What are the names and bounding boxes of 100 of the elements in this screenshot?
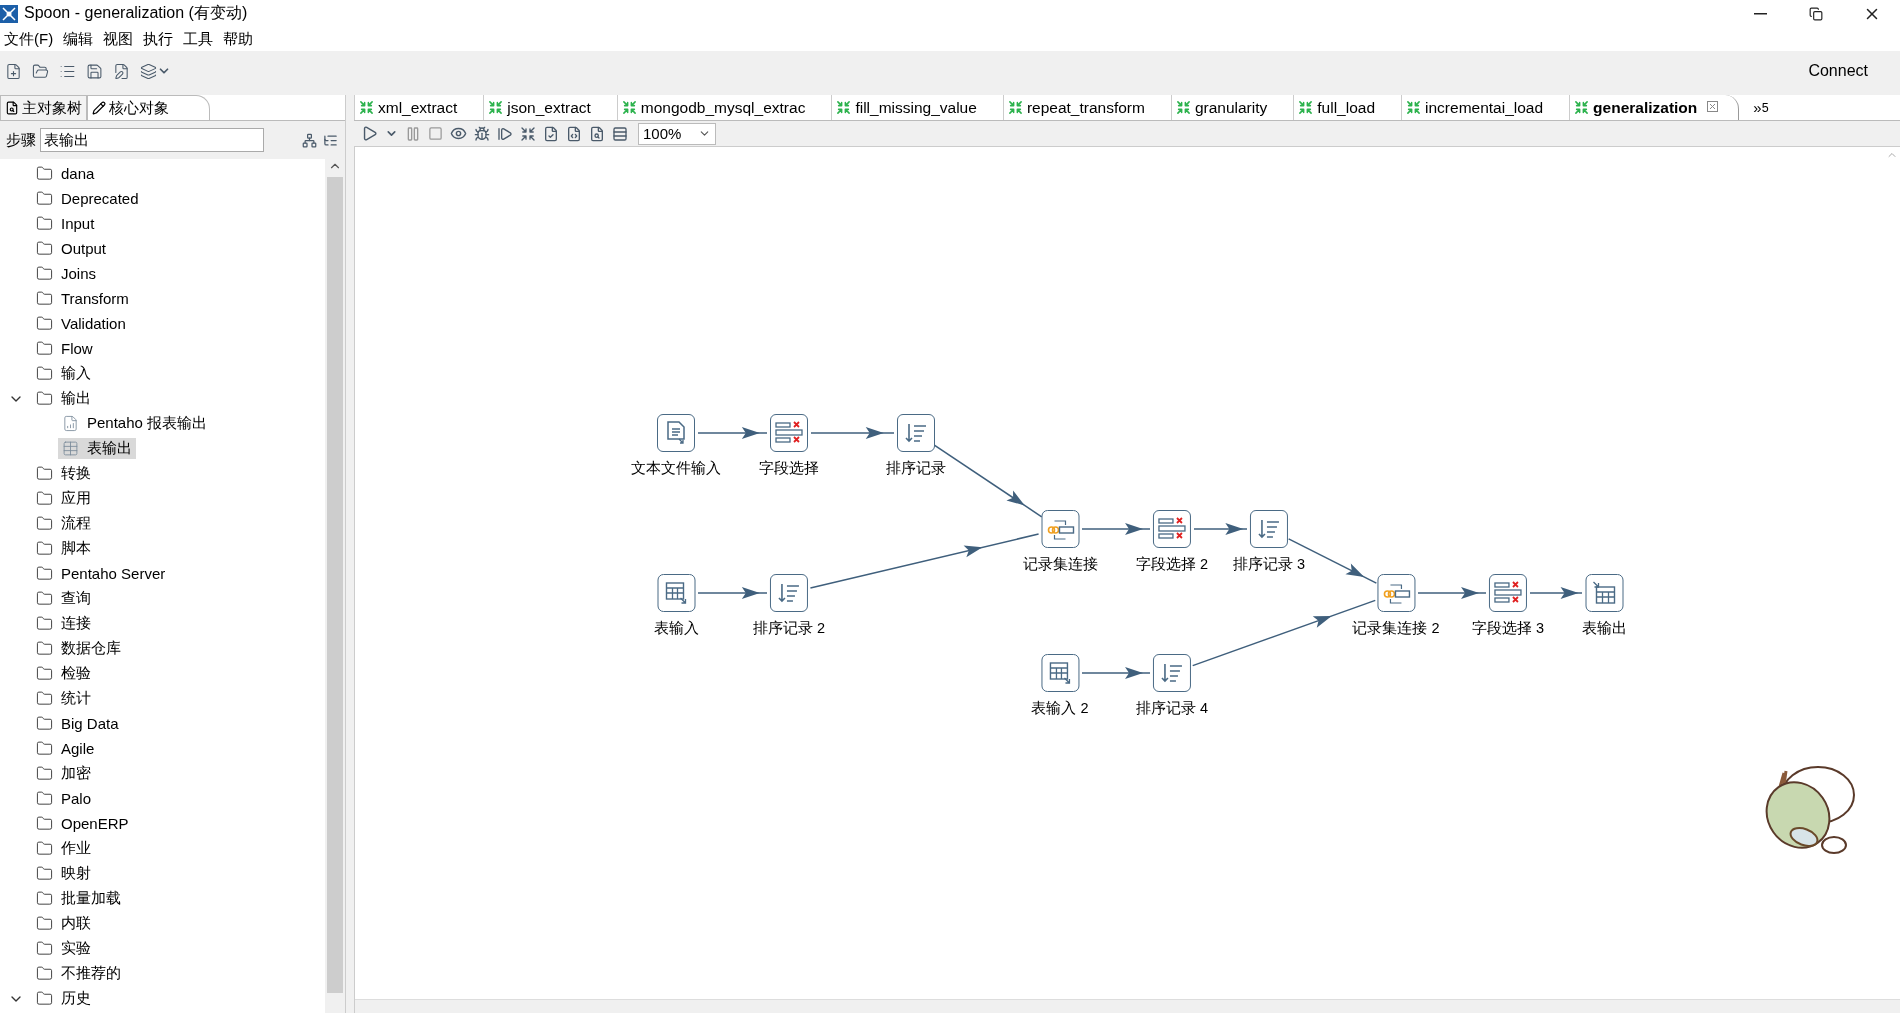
tree-item[interactable]: 作业 [32, 838, 95, 859]
tree-item[interactable]: dana [32, 164, 99, 183]
menu-item[interactable]: 视图 [101, 29, 142, 49]
tree-item-label: Pentaho Server [61, 565, 166, 582]
window-title: Spoon - generalization (有变动) [24, 3, 249, 23]
folder-icon [36, 340, 53, 357]
tree-item[interactable]: 批量加载 [32, 888, 125, 909]
hop-arrow[interactable] [1193, 523, 1248, 535]
menu-item[interactable]: 编辑 [61, 29, 102, 49]
step-node[interactable] [1153, 510, 1191, 548]
tree-item[interactable]: 数据仓库 [32, 638, 125, 659]
tree-item[interactable]: 实验 [32, 938, 95, 959]
tree-item[interactable]: 连接 [32, 613, 95, 634]
close-icon[interactable] [1707, 101, 1719, 112]
tree-item[interactable]: 流程 [32, 513, 95, 534]
step-node[interactable] [1377, 574, 1415, 612]
scrollbar[interactable] [325, 159, 345, 1013]
tree-item[interactable]: 输出 [32, 388, 95, 409]
impact-button[interactable] [542, 124, 560, 143]
tree-item[interactable]: 输入 [32, 363, 95, 384]
folder-icon [36, 840, 53, 857]
tree-item[interactable]: Agile [32, 739, 99, 758]
tree-item[interactable]: Deprecated [32, 189, 143, 208]
step-node[interactable] [1153, 654, 1191, 692]
open-folder-button[interactable] [31, 61, 50, 81]
tree-item[interactable]: 映射 [32, 863, 95, 884]
step-node[interactable] [1250, 510, 1288, 548]
zoom-dropdown[interactable]: 100% [638, 122, 716, 145]
step-node[interactable] [770, 414, 808, 452]
tree-item[interactable]: 统计 [32, 688, 95, 709]
save-button[interactable] [85, 61, 104, 81]
tree-item[interactable]: 检验 [32, 663, 95, 684]
panel-tab[interactable]: 主对象树 [0, 95, 87, 120]
menu-item[interactable]: 工具 [181, 29, 222, 49]
tree-item[interactable]: 表输出 [58, 438, 136, 459]
step-node[interactable] [1041, 510, 1079, 548]
debug-button[interactable] [473, 124, 491, 143]
tree-item[interactable]: Input [32, 214, 99, 233]
tree-item[interactable]: Transform [32, 289, 133, 308]
tree-item[interactable]: 加密 [32, 763, 95, 784]
tree-item[interactable]: 内联 [32, 913, 95, 934]
hop-arrow[interactable] [1081, 667, 1151, 679]
new-file-button[interactable] [4, 61, 23, 81]
tree-item[interactable]: 历史 [32, 988, 95, 1009]
tree-item[interactable]: Flow [32, 339, 97, 358]
tree-item[interactable]: 应用 [32, 488, 95, 509]
file-search-icon [589, 125, 605, 142]
tree-item[interactable]: Pentaho 报表输出 [58, 413, 212, 434]
tree-item[interactable]: Output [32, 239, 111, 258]
step-label: 表输出 [1581, 619, 1627, 638]
step-node[interactable] [770, 574, 808, 612]
menu-item[interactable]: 执行 [141, 29, 182, 49]
step-node[interactable] [1041, 654, 1079, 692]
sql-button[interactable] [565, 124, 583, 143]
hop-arrow[interactable] [697, 427, 768, 439]
hop-arrow[interactable] [1529, 587, 1583, 599]
explore-button[interactable] [588, 124, 606, 143]
tree-item-label: 表输出 [87, 439, 132, 458]
tree-item-label: Validation [61, 315, 126, 332]
grid-button[interactable] [611, 124, 629, 143]
new-file-icon [5, 62, 22, 80]
search-field[interactable]: 表输出 [40, 128, 264, 152]
tree-item-label: 应用 [61, 489, 91, 508]
tree-item[interactable]: Validation [32, 314, 130, 333]
transformation-icon [1298, 100, 1314, 115]
tree-item[interactable]: Joins [32, 264, 101, 283]
folder-icon [36, 965, 53, 982]
connect-button[interactable]: Connect [1802, 61, 1874, 81]
folder-icon [36, 565, 53, 582]
expand-tree-button[interactable] [301, 131, 318, 149]
tree-item-label: 不推荐的 [61, 964, 121, 983]
save-as-button[interactable] [112, 61, 131, 81]
tree-item[interactable]: OpenERP [32, 814, 133, 833]
folder-icon [36, 790, 53, 807]
step-node[interactable] [657, 414, 695, 452]
tree-item[interactable]: 转换 [32, 463, 95, 484]
step-node[interactable] [1489, 574, 1527, 612]
step-node[interactable] [897, 414, 935, 452]
hop-arrow[interactable] [810, 427, 895, 439]
menu-item[interactable]: 帮助 [221, 29, 262, 49]
hop-arrow[interactable] [1081, 523, 1151, 535]
horizontal-scrollbar[interactable] [355, 999, 1900, 1013]
tree-item[interactable]: Palo [32, 789, 96, 808]
step-node[interactable] [657, 574, 695, 612]
panel-tab[interactable]: 核心对象 [87, 95, 210, 120]
hop-arrow[interactable] [697, 587, 768, 599]
tree-item-label: Input [61, 215, 95, 232]
tree-item-label: Transform [61, 290, 129, 307]
step-node[interactable] [1585, 574, 1623, 612]
tree-item[interactable]: 脚本 [32, 538, 95, 559]
tree-item[interactable]: 不推荐的 [32, 963, 125, 984]
tree-item-label: Pentaho 报表输出 [87, 414, 208, 433]
layers-icon [140, 62, 157, 80]
hop-arrow[interactable] [1417, 587, 1487, 599]
tree-item[interactable]: Big Data [32, 714, 123, 733]
tree-item[interactable]: 查询 [32, 588, 95, 609]
editor-tab[interactable]: generalization [1569, 95, 1740, 120]
tree-item[interactable]: Pentaho Server [32, 564, 170, 583]
menu-item[interactable]: 文件(F) [2, 29, 62, 49]
folder-icon [36, 365, 53, 382]
